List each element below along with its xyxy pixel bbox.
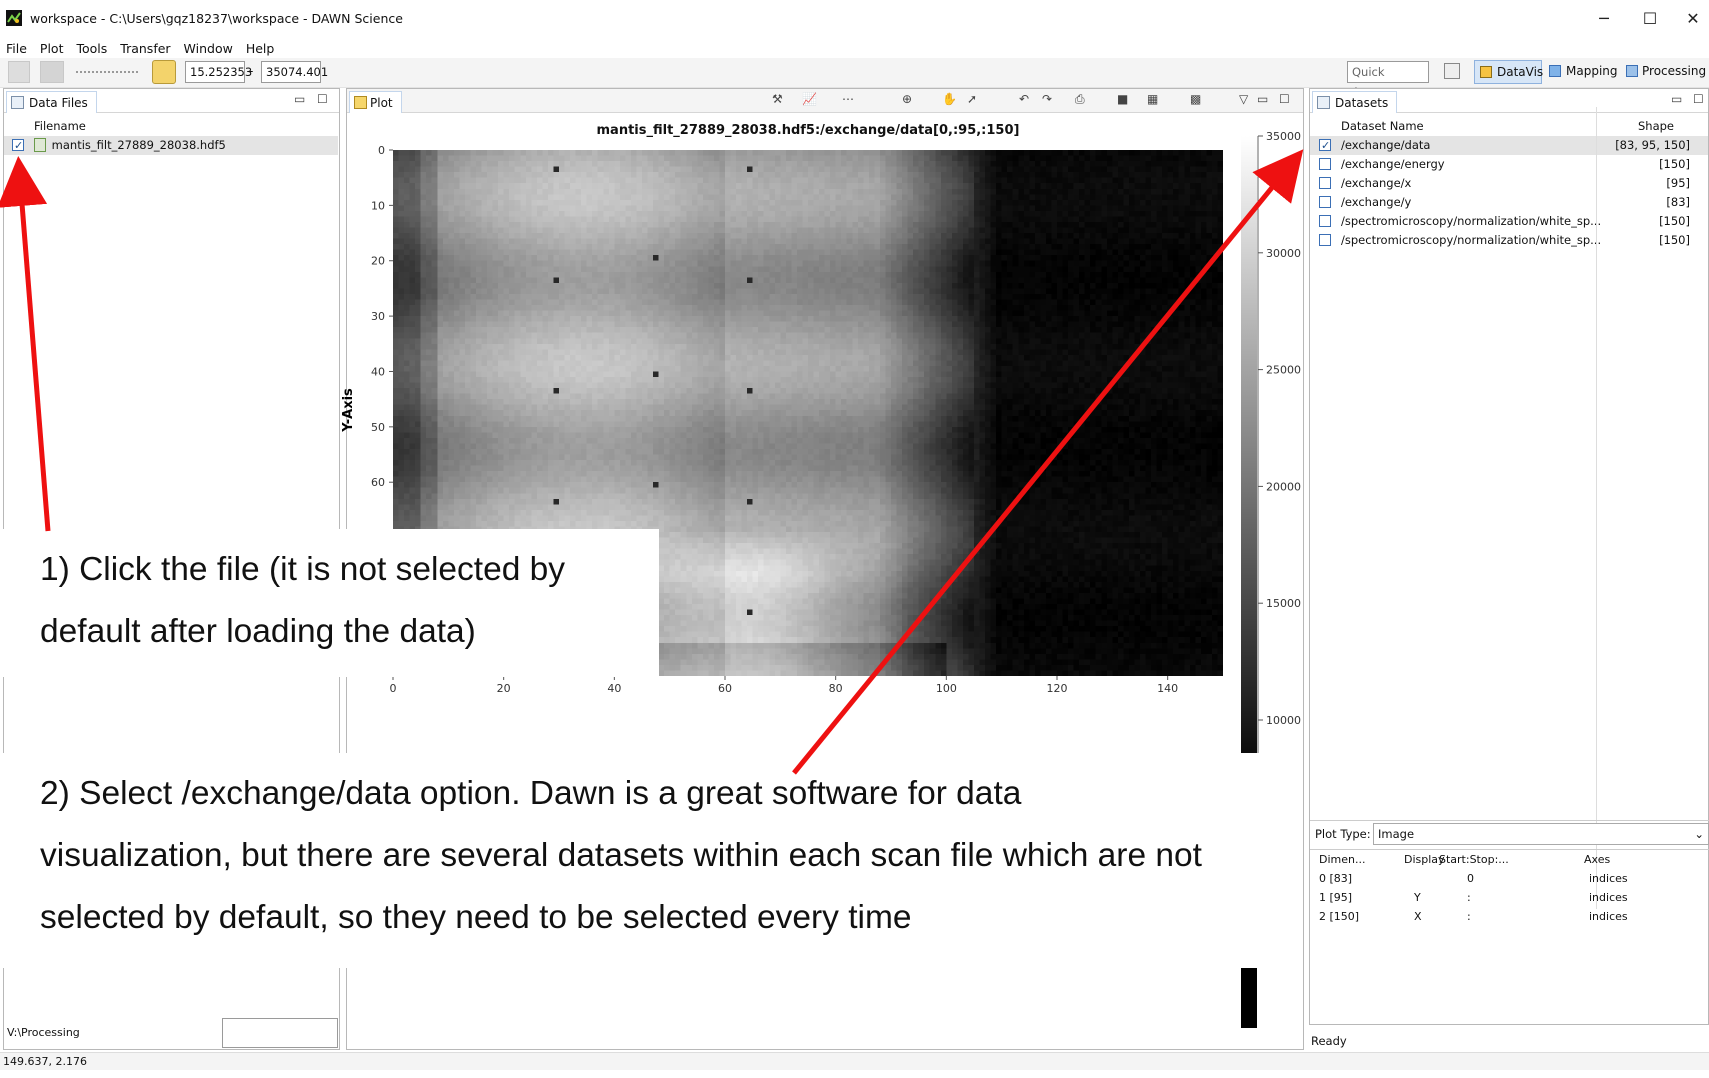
arrow-to-file — [0, 156, 51, 532]
arrow-to-dataset — [792, 149, 1304, 775]
annotation-arrows — [0, 149, 1304, 775]
